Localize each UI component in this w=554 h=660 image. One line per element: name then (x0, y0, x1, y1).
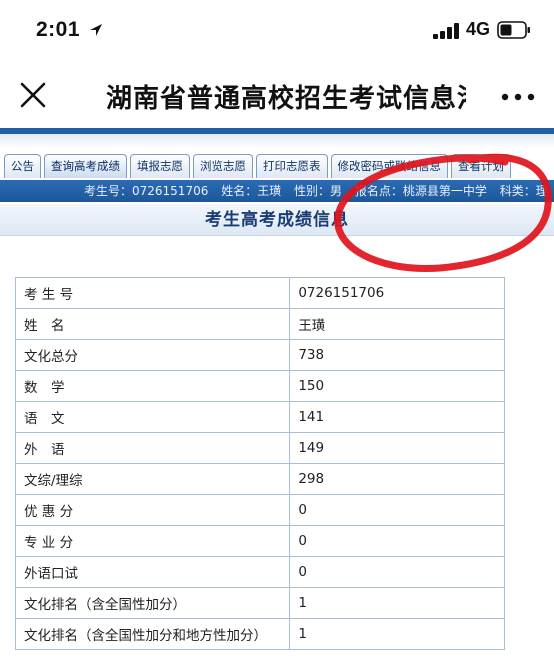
table-row: 姓 名王璜 (14, 308, 505, 340)
row-value: 0 (289, 494, 505, 526)
row-value: 0 (289, 556, 505, 588)
row-value: 0726151706 (289, 277, 505, 309)
candidate-site: 报名点：桃源县第一中学 (354, 184, 487, 198)
page-title: 湖南省普通高校招生考试信息港 (106, 84, 466, 114)
status-bar: 2:01 4G (0, 0, 554, 62)
row-value: 150 (289, 370, 505, 402)
header-gradient (0, 134, 554, 148)
close-icon[interactable] (20, 82, 46, 108)
candidate-name: 姓名：王璜 (221, 184, 282, 198)
tab-bar: 公告 查询高考成绩 填报志愿 浏览志愿 打印志愿表 修改密码或联络信息 查看计划 (4, 154, 511, 180)
table-row: 考 生 号 0726151706 (14, 277, 505, 309)
tab-query-scores[interactable]: 查询高考成绩 (44, 154, 127, 178)
row-label: 文化排名（含全国性加分和地方性加分） (14, 618, 291, 650)
row-label: 考 生 号 (14, 277, 291, 309)
section-title: 考生高考成绩信息 (0, 204, 554, 236)
row-label: 文化总分 (14, 339, 291, 371)
row-value: 141 (289, 401, 505, 433)
tab-print-application[interactable]: 打印志愿表 (256, 154, 328, 178)
table-row: 文化总分 738 (14, 339, 505, 371)
row-label: 数 学 (14, 370, 291, 402)
signal-bars-icon (433, 23, 459, 39)
row-value: 1 (289, 587, 505, 619)
candidate-gender: 性别：男 (294, 184, 343, 198)
table-row: 文综/理综 298 (14, 463, 505, 495)
row-value: 149 (289, 432, 505, 464)
row-value: 738 (289, 339, 505, 371)
table-row: 文化排名（含全国性加分） 1 (14, 587, 505, 619)
row-label: 外语口试 (14, 556, 291, 588)
location-arrow-icon (90, 24, 102, 36)
score-table: 考 生 号 0726151706 姓 名王璜 文化总分 738 数 学 150 语 文… (14, 277, 505, 650)
table-row: 文化排名（含全国性加分和地方性加分） 1 (14, 618, 505, 650)
row-label: 文综/理综 (14, 463, 291, 495)
candidate-exam-no: 考生号：0726151706 (84, 184, 209, 198)
row-value: 298 (289, 463, 505, 495)
row-label: 文化排名（含全国性加分） (14, 587, 291, 619)
table-row: 语 文 141 (14, 401, 505, 433)
more-dots-icon[interactable] (501, 92, 535, 102)
row-value: 王璜 (289, 308, 505, 340)
table-row: 外语口试 0 (14, 556, 505, 588)
row-label: 语 文 (14, 401, 291, 433)
web-content: 公告 查询高考成绩 填报志愿 浏览志愿 打印志愿表 修改密码或联络信息 查看计划… (0, 128, 554, 660)
tab-announcement[interactable]: 公告 (4, 154, 41, 178)
table-row: 数 学 150 (14, 370, 505, 402)
nav-bar: 湖南省普通高校招生考试信息港 (0, 62, 554, 128)
battery-icon (497, 21, 530, 39)
row-value: 0 (289, 525, 505, 557)
network-type: 4G (466, 19, 491, 39)
candidate-category: 科类：理 (499, 184, 548, 198)
tab-browse-application[interactable]: 浏览志愿 (193, 154, 253, 178)
candidate-info-bar: 考生号：0726151706 姓名：王璜 性别：男 报名点：桃源县第一中学 科类… (0, 180, 554, 202)
table-row: 优 惠 分0 (14, 494, 505, 526)
status-time: 2:01 (36, 18, 81, 41)
table-row: 专 业 分0 (14, 525, 505, 557)
tab-view-plan[interactable]: 查看计划 (451, 154, 511, 178)
row-label: 姓 名 (14, 308, 291, 340)
tab-change-password[interactable]: 修改密码或联络信息 (330, 154, 448, 178)
row-value: 1 (289, 618, 505, 650)
row-label: 优 惠 分 (14, 494, 291, 526)
tab-fill-application[interactable]: 填报志愿 (130, 154, 190, 178)
row-label: 专 业 分 (14, 525, 291, 557)
table-row: 外 语 149 (14, 432, 505, 464)
row-label: 外 语 (14, 432, 291, 464)
